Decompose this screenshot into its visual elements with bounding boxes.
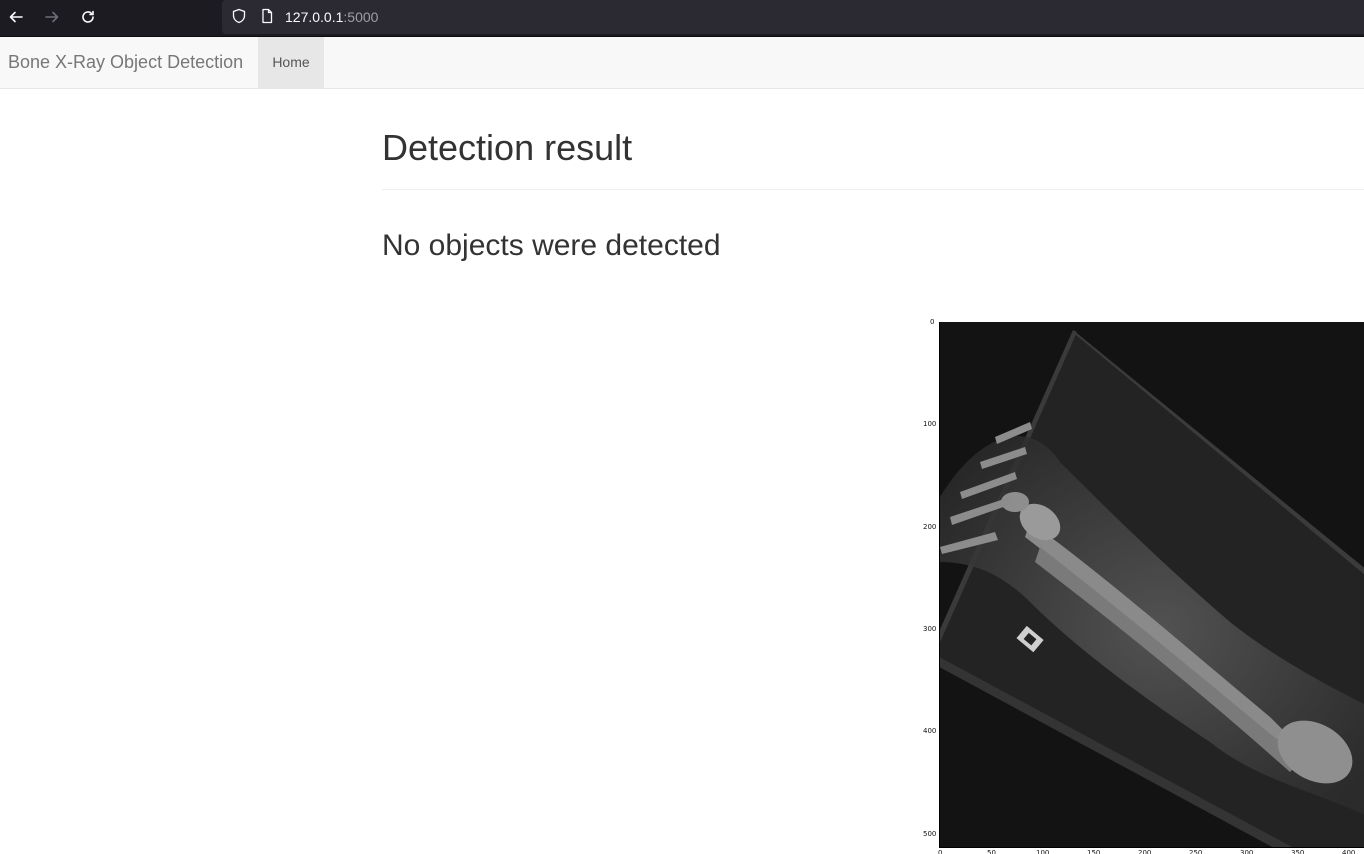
back-arrow-icon[interactable] (2, 4, 30, 30)
y-tick-label: 200 (923, 523, 937, 531)
url-text[interactable]: 127.0.0.1:5000 (285, 8, 378, 26)
shield-icon[interactable] (231, 8, 247, 24)
x-tick-label: 100 (1036, 849, 1050, 854)
x-tick-label: 300 (1240, 849, 1254, 854)
y-tick-label: 0 (930, 318, 935, 326)
y-tick-label: 100 (923, 420, 937, 428)
x-tick-label: 0 (938, 849, 943, 854)
url-host: 127.0.0.1 (285, 9, 344, 25)
x-tick-label: 400 (1342, 849, 1356, 854)
forward-arrow-icon[interactable] (38, 4, 66, 30)
y-tick-label: 300 (923, 625, 937, 633)
result-message: No objects were detected (382, 229, 721, 262)
x-tick-label: 250 (1189, 849, 1203, 854)
x-tick-label: 50 (987, 849, 996, 854)
url-port: :5000 (343, 9, 379, 25)
browser-toolbar: 127.0.0.1:5000 (0, 0, 1364, 37)
y-tick-label: 400 (923, 727, 937, 735)
xray-picture (940, 322, 1364, 847)
reload-icon[interactable] (74, 4, 102, 30)
x-tick-label: 350 (1291, 849, 1305, 854)
nav-home-link[interactable]: Home (258, 37, 324, 88)
navbar-brand[interactable]: Bone X-Ray Object Detection (8, 37, 243, 88)
url-bar[interactable]: 127.0.0.1:5000 (222, 0, 1364, 34)
page-icon (259, 8, 275, 24)
x-tick-label: 150 (1087, 849, 1101, 854)
page-title: Detection result (382, 127, 633, 168)
xray-image (939, 322, 1364, 848)
detection-figure: 0 100 200 300 400 500 0 50 100 150 200 2… (912, 312, 1364, 854)
y-tick-label: 500 (923, 830, 937, 838)
x-tick-label: 200 (1138, 849, 1152, 854)
navbar: Bone X-Ray Object Detection Home (0, 37, 1364, 89)
title-divider (382, 189, 1364, 190)
